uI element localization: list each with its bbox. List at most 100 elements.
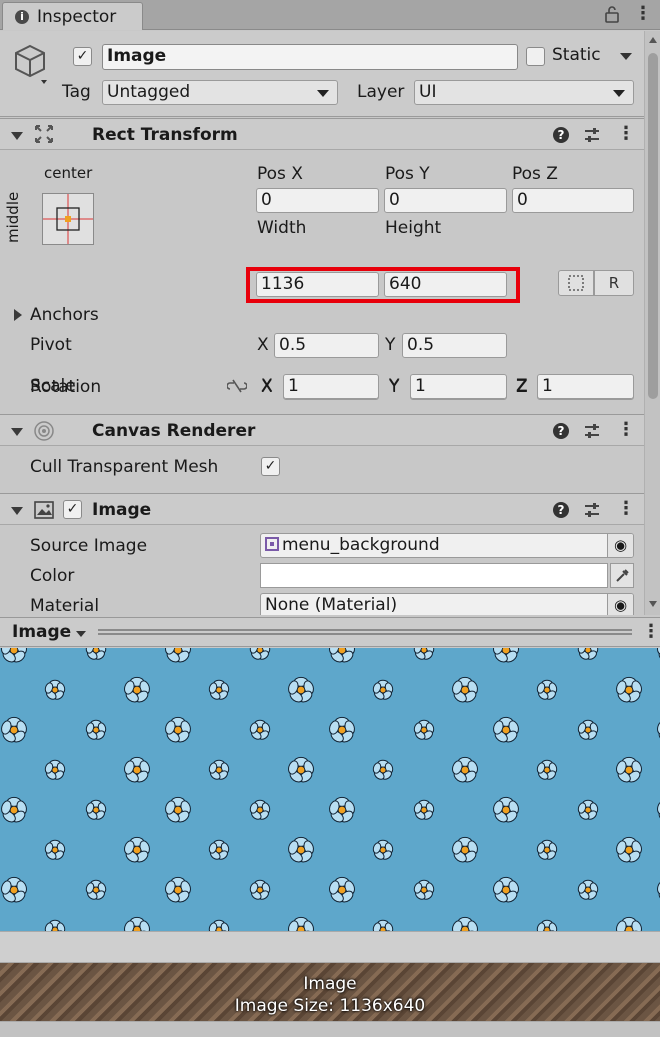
preview-info-panel: Image Image Size: 1136x640 xyxy=(0,963,660,1021)
presets-icon[interactable] xyxy=(583,422,601,445)
flower-decoration xyxy=(452,836,478,863)
flower-decoration xyxy=(577,648,599,660)
component-menu-icon[interactable]: ⋮ xyxy=(617,500,635,518)
flower-decoration xyxy=(616,756,642,783)
source-image-field[interactable]: menu_background ◉ xyxy=(260,533,634,558)
static-dropdown-icon[interactable] xyxy=(620,53,632,60)
preview-info-text: Image Image Size: 1136x640 xyxy=(0,973,660,1017)
active-checkbox[interactable]: ✓ xyxy=(73,47,92,66)
flower-decoration xyxy=(657,720,660,743)
preview-dropdown[interactable]: Image xyxy=(4,620,90,646)
constrain-proportions-icon[interactable] xyxy=(226,377,248,400)
flower-decoration xyxy=(372,839,394,860)
cull-transparent-mesh-label: Cull Transparent Mesh xyxy=(30,457,219,477)
help-icon[interactable]: ? xyxy=(553,423,569,439)
raw-edit-button[interactable]: R xyxy=(594,270,634,296)
anchor-h-label: center xyxy=(44,164,93,182)
flower-decoration xyxy=(85,799,107,820)
flower-decoration xyxy=(124,916,150,931)
flower-decoration xyxy=(536,919,558,931)
canvas-renderer-header[interactable]: Canvas Renderer ? ⋮ xyxy=(0,414,644,446)
flower-decoration xyxy=(44,679,66,700)
material-field[interactable]: None (Material) ◉ xyxy=(260,593,634,615)
pos-z-label: Pos Z xyxy=(512,164,558,184)
scrollbar-thumb[interactable] xyxy=(648,53,658,399)
lock-icon[interactable] xyxy=(604,5,620,28)
image-component-title: Image xyxy=(92,500,152,520)
presets-icon[interactable] xyxy=(583,501,601,524)
object-picker-icon[interactable]: ◉ xyxy=(607,594,633,615)
foldout-arrow-icon[interactable] xyxy=(11,428,23,436)
sprite-icon xyxy=(265,537,279,551)
inspector-panel: ✓ Image Static Tag Untagged Layer UI Rec… xyxy=(0,31,644,615)
flower-decoration xyxy=(165,716,191,743)
foldout-arrow-icon[interactable] xyxy=(11,507,23,515)
blueprint-button[interactable] xyxy=(558,270,594,296)
color-label: Color xyxy=(30,566,75,586)
flower-decoration xyxy=(493,716,519,743)
flower-decoration xyxy=(493,648,519,663)
image-enabled-checkbox[interactable]: ✓ xyxy=(63,500,82,519)
canvas-renderer-icon xyxy=(32,420,56,447)
flower-decoration xyxy=(536,759,558,780)
material-label: Material xyxy=(30,596,100,615)
static-checkbox[interactable] xyxy=(526,47,545,66)
flower-decoration xyxy=(372,679,394,700)
preview-menu-icon[interactable]: ⋮ xyxy=(642,623,660,641)
tab-inspector[interactable]: i Inspector xyxy=(2,2,143,30)
foldout-arrow-icon[interactable] xyxy=(11,132,23,140)
rect-transform-header[interactable]: Rect Transform ? ⋮ xyxy=(0,118,644,150)
component-menu-icon[interactable]: ⋮ xyxy=(617,125,635,143)
pivot-x-label: X xyxy=(257,335,269,355)
flower-decoration xyxy=(124,756,150,783)
flower-decoration xyxy=(208,679,230,700)
pos-y-field[interactable]: 0 xyxy=(384,188,507,213)
flower-decoration xyxy=(452,676,478,703)
pivot-y-label: Y xyxy=(385,335,396,355)
pivot-y-field[interactable]: 0.5 xyxy=(402,333,507,358)
gameobject-name-field[interactable]: Image xyxy=(102,44,518,70)
preview-toolbar: Image ⋮ xyxy=(0,617,660,647)
scale-z-field[interactable]: 1 xyxy=(537,374,634,399)
cull-transparent-mesh-checkbox[interactable]: ✓ xyxy=(261,457,280,476)
chevron-down-icon xyxy=(613,90,625,97)
scale-y-field[interactable]: 1 xyxy=(410,374,507,399)
help-icon[interactable]: ? xyxy=(553,502,569,518)
anchor-presets-button[interactable] xyxy=(42,193,94,245)
flower-decoration xyxy=(577,879,599,900)
anchors-label[interactable]: Anchors xyxy=(30,305,99,325)
gameobject-icon[interactable] xyxy=(10,42,54,91)
layer-dropdown[interactable]: UI xyxy=(414,80,634,105)
tag-dropdown[interactable]: Untagged xyxy=(102,80,338,105)
flower-decoration xyxy=(452,756,478,783)
scroll-down-icon[interactable] xyxy=(649,601,657,607)
color-field[interactable] xyxy=(260,563,608,588)
flower-decoration xyxy=(288,836,314,863)
pos-x-field[interactable]: 0 xyxy=(256,188,379,213)
pos-z-field[interactable]: 0 xyxy=(512,188,634,213)
info-icon: i xyxy=(15,9,29,24)
flower-decoration xyxy=(249,879,271,900)
tab-menu-icon[interactable]: ⋮ xyxy=(634,5,652,23)
image-component-header[interactable]: ✓ Image ? ⋮ xyxy=(0,493,644,525)
object-picker-icon[interactable]: ◉ xyxy=(607,534,633,557)
scroll-up-icon[interactable] xyxy=(649,37,657,43)
pivot-label: Pivot xyxy=(30,335,72,355)
pivot-x-field[interactable]: 0.5 xyxy=(274,333,379,358)
eyedropper-icon[interactable] xyxy=(610,563,634,588)
flower-decoration xyxy=(165,876,191,903)
scale-x-field[interactable]: 1 xyxy=(283,374,379,399)
component-menu-icon[interactable]: ⋮ xyxy=(617,421,635,439)
flower-decoration xyxy=(249,719,271,740)
anchors-foldout-icon[interactable] xyxy=(14,309,22,321)
presets-icon[interactable] xyxy=(583,126,601,149)
width-label: Width xyxy=(257,218,307,238)
flower-decoration xyxy=(288,916,314,931)
help-icon[interactable]: ? xyxy=(553,127,569,143)
flower-decoration xyxy=(288,676,314,703)
flower-decoration xyxy=(288,756,314,783)
flower-decoration xyxy=(657,800,660,823)
inspector-scrollbar[interactable] xyxy=(644,31,660,615)
preview-drag-handle[interactable] xyxy=(98,629,632,635)
flower-decoration xyxy=(208,839,230,860)
